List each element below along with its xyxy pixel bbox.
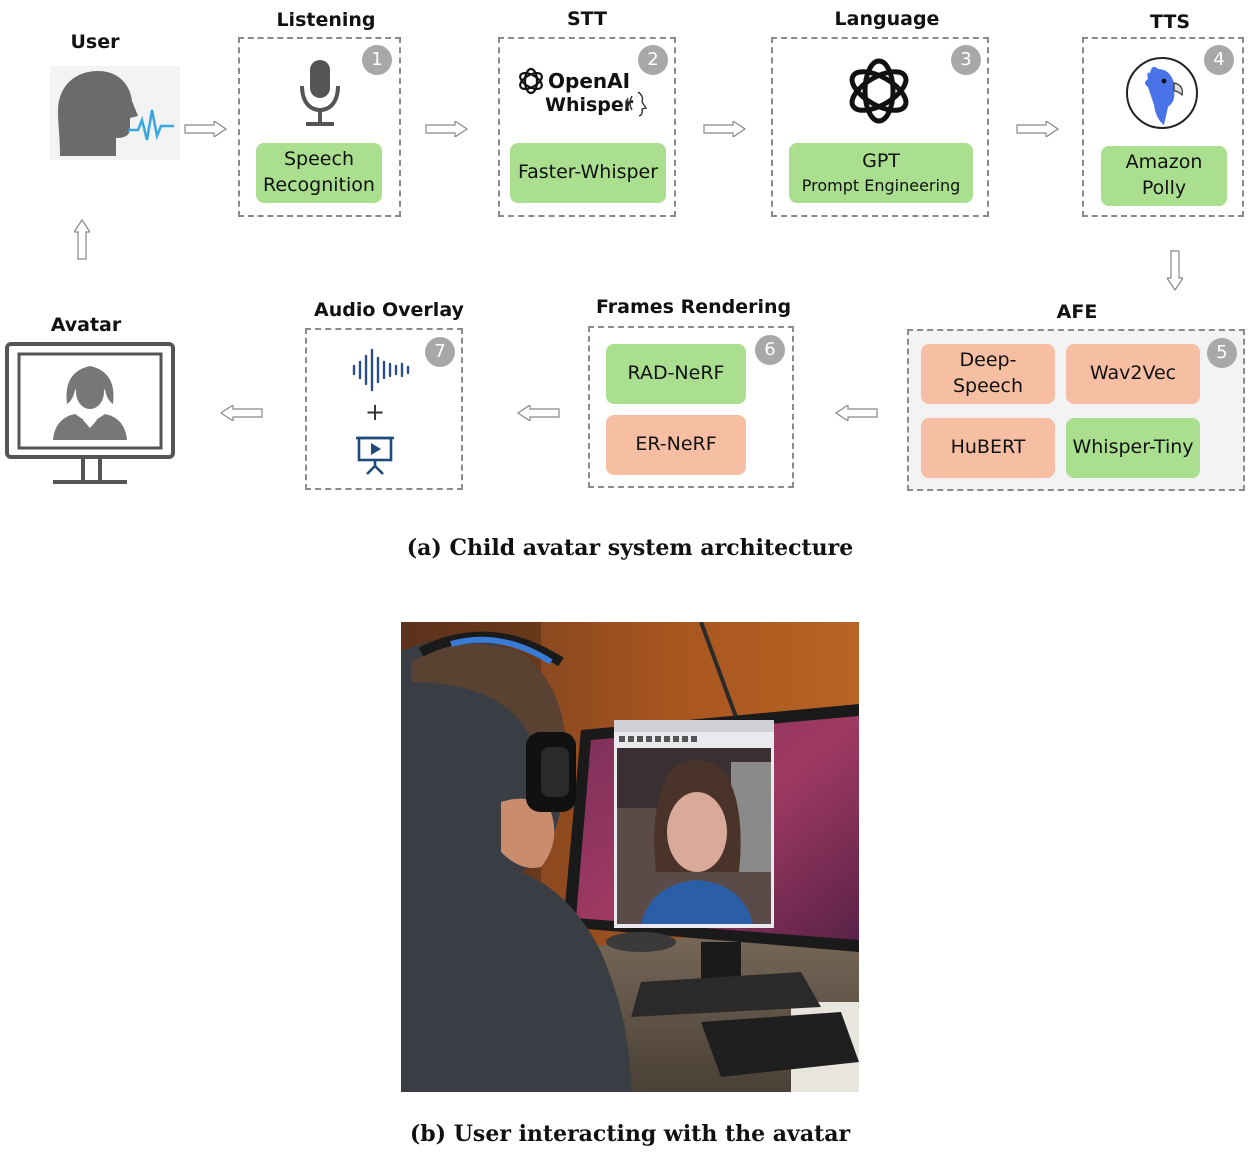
- badge-1: 1: [362, 45, 392, 75]
- arrow-right-3: [703, 121, 747, 137]
- badge-6: 6: [755, 335, 785, 365]
- stage-title-frames: Frames Rendering: [596, 296, 792, 318]
- arrow-down: [1167, 250, 1183, 292]
- badge-5: 5: [1207, 338, 1237, 368]
- deep-speech-box: Deep-Speech: [921, 344, 1055, 404]
- microphone-icon: [298, 58, 342, 128]
- whisper-voice-icon: [624, 88, 650, 118]
- faster-whisper-box: Faster-Whisper: [510, 143, 666, 203]
- gpt-box: GPT Prompt Engineering: [789, 143, 973, 203]
- arrow-left-1: [834, 405, 878, 421]
- stage-title-tts: TTS: [1149, 11, 1191, 33]
- stage-title-afe: AFE: [1056, 301, 1098, 323]
- user-avatar-photo: [401, 622, 859, 1092]
- stage-title-language: Language: [834, 8, 940, 30]
- caption-b: (b) User interacting with the avatar: [409, 1121, 851, 1147]
- stage-title-user: User: [70, 31, 120, 53]
- whisper-tiny-box: Whisper-Tiny: [1066, 418, 1200, 478]
- openai-brand-text: OpenAI: [548, 69, 631, 93]
- gpt-label: GPT: [862, 150, 900, 173]
- arrow-up: [74, 218, 90, 260]
- stage-title-avatar: Avatar: [50, 314, 122, 336]
- wav2vec-box: Wav2Vec: [1066, 344, 1200, 404]
- badge-4: 4: [1204, 45, 1234, 75]
- speech-recognition-box: Speech Recognition: [256, 143, 382, 203]
- arrow-right-1: [184, 121, 228, 137]
- badge-2: 2: [638, 45, 668, 75]
- stage-title-stt: STT: [566, 8, 608, 30]
- video-presentation-icon: [355, 435, 395, 475]
- badge-7: 7: [425, 337, 455, 367]
- monitor-avatar-icon: [5, 342, 175, 487]
- arrow-left-2: [516, 405, 560, 421]
- badge-3: 3: [951, 45, 981, 75]
- arrow-right-2: [425, 121, 469, 137]
- hubert-box: HuBERT: [921, 418, 1055, 478]
- arrow-right-4: [1016, 121, 1060, 137]
- user-head-icon: [50, 66, 180, 160]
- amazon-polly-box: Amazon Polly: [1101, 146, 1227, 206]
- waveform-icon: [351, 348, 413, 392]
- speech-recognition-line2: Recognition: [263, 174, 375, 196]
- openai-logo-icon: [516, 66, 546, 96]
- polly-parrot-icon: [1124, 55, 1200, 131]
- caption-a: (a) Child avatar system architecture: [406, 535, 854, 561]
- stage-title-audio: Audio Overlay: [314, 299, 464, 321]
- speech-recognition-line1: Speech: [284, 148, 354, 171]
- arrow-left-3: [219, 405, 263, 421]
- prompt-engineering-label: Prompt Engineering: [801, 176, 961, 196]
- gpt-logo-icon: [843, 55, 915, 127]
- plus-sign: +: [364, 398, 386, 426]
- rad-nerf-box: RAD-NeRF: [606, 344, 746, 404]
- whisper-brand-text: Whisper: [545, 94, 634, 116]
- er-nerf-box: ER-NeRF: [606, 415, 746, 475]
- stage-title-listening: Listening: [276, 9, 376, 31]
